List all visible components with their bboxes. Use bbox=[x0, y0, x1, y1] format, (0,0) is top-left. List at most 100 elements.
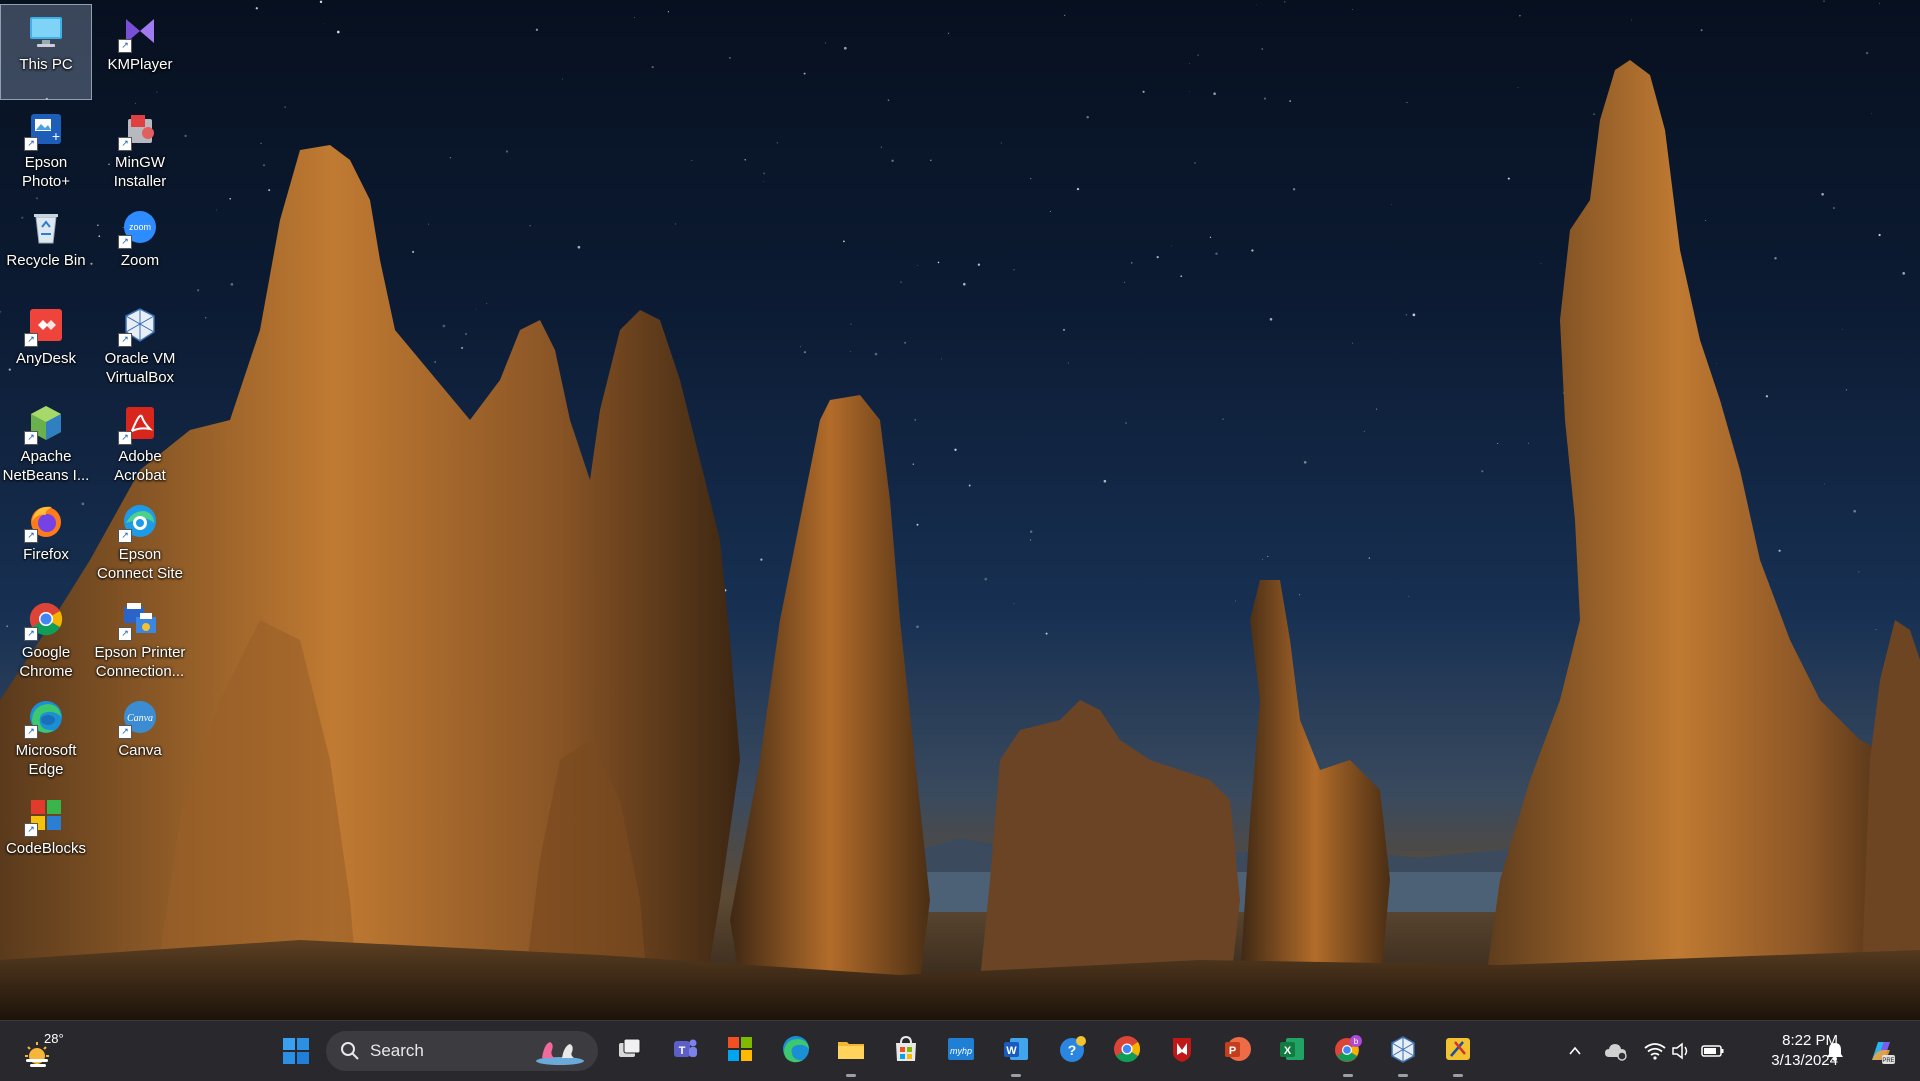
star bbox=[1180, 275, 1183, 278]
star bbox=[917, 265, 919, 266]
star bbox=[1412, 313, 1416, 317]
desktop-icon-codeblocks[interactable]: ↗ CodeBlocks bbox=[0, 788, 92, 884]
star bbox=[887, 99, 890, 102]
star bbox=[968, 484, 971, 487]
desktop-icon-label: Canva bbox=[118, 742, 162, 759]
star bbox=[1209, 236, 1212, 238]
desktop-icon-this-pc[interactable]: This PC bbox=[0, 4, 92, 100]
svg-text:myhp: myhp bbox=[950, 1046, 972, 1056]
desktop-icon-epson-photo[interactable]: + ↗ Epson Photo+ bbox=[0, 102, 92, 198]
svg-text:PRE: PRE bbox=[1882, 1058, 1894, 1064]
star bbox=[1352, 8, 1354, 10]
star bbox=[1062, 328, 1066, 332]
desktop-icon-acrobat[interactable]: ↗ Adobe Acrobat bbox=[94, 396, 186, 492]
wifi-icon bbox=[1644, 1043, 1666, 1060]
star bbox=[1103, 479, 1107, 483]
star bbox=[977, 263, 981, 266]
star bbox=[914, 419, 917, 421]
star bbox=[577, 245, 581, 249]
desktop-icon-label: Epson Printer Connection... bbox=[94, 644, 186, 680]
desktop-icon-epson-printer[interactable]: ↗ Epson Printer Connection... bbox=[94, 592, 186, 688]
show-hidden-icons-button[interactable] bbox=[1563, 1039, 1587, 1063]
taskbar-app-chrome-profile[interactable]: b bbox=[1328, 1031, 1368, 1077]
copilot-button[interactable]: PRE bbox=[1865, 1035, 1897, 1067]
wifi-tray[interactable] bbox=[1643, 1039, 1667, 1063]
taskbar-app-chrome[interactable] bbox=[1107, 1031, 1147, 1071]
star bbox=[1823, 483, 1825, 485]
star bbox=[1517, 87, 1519, 88]
desktop-icon-label: Firefox bbox=[23, 546, 69, 563]
windows-start-button[interactable] bbox=[276, 1031, 316, 1071]
star bbox=[1263, 97, 1267, 100]
star bbox=[1481, 470, 1484, 473]
taskbar-app-task-view[interactable] bbox=[610, 1031, 650, 1071]
star bbox=[1269, 318, 1273, 321]
microsoft-tiles-icon bbox=[725, 1034, 755, 1069]
virtualbox-icon bbox=[1388, 1034, 1418, 1069]
taskbar-app-snipping-tool[interactable] bbox=[1438, 1031, 1478, 1077]
svg-text:zoom: zoom bbox=[129, 222, 151, 232]
star bbox=[916, 523, 919, 526]
desktop-icon-mingw[interactable]: ↗ MinGW Installer bbox=[94, 102, 186, 198]
desktop-icon-virtualbox[interactable]: ↗ Oracle VM VirtualBox bbox=[94, 298, 186, 394]
desktop-icon-canva[interactable]: Canva ↗ Canva bbox=[94, 690, 186, 786]
taskbar-app-mcafee[interactable] bbox=[1162, 1031, 1202, 1071]
star bbox=[1142, 90, 1145, 93]
desktop-icon-edge[interactable]: ↗ Microsoft Edge bbox=[0, 690, 92, 786]
star bbox=[916, 625, 919, 629]
star bbox=[825, 42, 826, 44]
onedrive-tray[interactable] bbox=[1604, 1039, 1628, 1063]
shortcut-arrow-icon: ↗ bbox=[118, 627, 132, 641]
star bbox=[1875, 628, 1877, 631]
desktop-icon-kmplayer[interactable]: ↗ KMPlayer bbox=[94, 4, 186, 100]
svg-text:P: P bbox=[1229, 1045, 1236, 1057]
taskbar-app-help[interactable]: ? bbox=[1052, 1031, 1092, 1071]
star bbox=[1778, 549, 1781, 552]
weather-widget[interactable]: 28° bbox=[22, 1031, 68, 1071]
battery-tray[interactable] bbox=[1701, 1039, 1725, 1063]
taskbar-app-microsoft-365[interactable] bbox=[720, 1031, 760, 1071]
star bbox=[1391, 204, 1393, 206]
microsoft-store-icon bbox=[891, 1034, 921, 1069]
taskbar-app-powerpoint[interactable]: P bbox=[1217, 1031, 1257, 1071]
star bbox=[803, 351, 806, 354]
desktop-icon-anydesk[interactable]: ↗ AnyDesk bbox=[0, 298, 92, 394]
star bbox=[1292, 188, 1296, 191]
weather-temperature: 28° bbox=[44, 1031, 64, 1046]
taskbar-search-box[interactable]: Search bbox=[326, 1031, 598, 1071]
star bbox=[255, 7, 258, 10]
taskbar-app-edge[interactable] bbox=[776, 1031, 816, 1071]
volume-tray[interactable] bbox=[1670, 1039, 1694, 1063]
desktop-icon-zoom[interactable]: zoom ↗ Zoom bbox=[94, 200, 186, 296]
star bbox=[505, 150, 509, 153]
taskbar-app-virtualbox[interactable] bbox=[1383, 1031, 1423, 1077]
star bbox=[1222, 418, 1224, 420]
star bbox=[1405, 314, 1407, 316]
star bbox=[1593, 113, 1595, 115]
star bbox=[1865, 51, 1869, 55]
desktop-icon-firefox[interactable]: ↗ Firefox bbox=[0, 494, 92, 590]
edge-icon: ↗ bbox=[24, 697, 66, 739]
notification-center-button[interactable] bbox=[1823, 1039, 1847, 1063]
star bbox=[941, 358, 943, 360]
desktop[interactable]: This PC ↗ KMPlayer + ↗ Epson Photo+ ↗ MinGW Ins… bbox=[0, 0, 1920, 1020]
star bbox=[1858, 571, 1860, 573]
desktop-icon-recycle-bin[interactable]: Recycle Bin bbox=[0, 200, 92, 296]
star bbox=[1765, 395, 1769, 398]
taskbar-app-store[interactable] bbox=[886, 1031, 926, 1071]
star bbox=[1716, 363, 1718, 365]
desktop-icon-netbeans[interactable]: ↗ Apache NetBeans I... bbox=[0, 396, 92, 492]
star bbox=[1156, 255, 1159, 259]
star bbox=[1131, 262, 1133, 264]
taskbar-app-myhp[interactable]: myhp bbox=[941, 1031, 981, 1071]
virtualbox-icon: ↗ bbox=[118, 305, 160, 347]
taskbar-app-word[interactable]: W bbox=[996, 1031, 1036, 1077]
windows-start-icon bbox=[283, 1038, 309, 1064]
desktop-icon-chrome[interactable]: ↗ Google Chrome bbox=[0, 592, 92, 688]
desktop-icon-epson-connect[interactable]: ↗ Epson Connect Site bbox=[94, 494, 186, 590]
star bbox=[1821, 193, 1824, 196]
desktop-icon-label: MinGW Installer bbox=[113, 154, 167, 190]
taskbar-app-excel[interactable]: X bbox=[1272, 1031, 1312, 1071]
taskbar-app-file-explorer[interactable] bbox=[831, 1031, 871, 1077]
taskbar-app-teams[interactable]: T bbox=[665, 1031, 705, 1071]
